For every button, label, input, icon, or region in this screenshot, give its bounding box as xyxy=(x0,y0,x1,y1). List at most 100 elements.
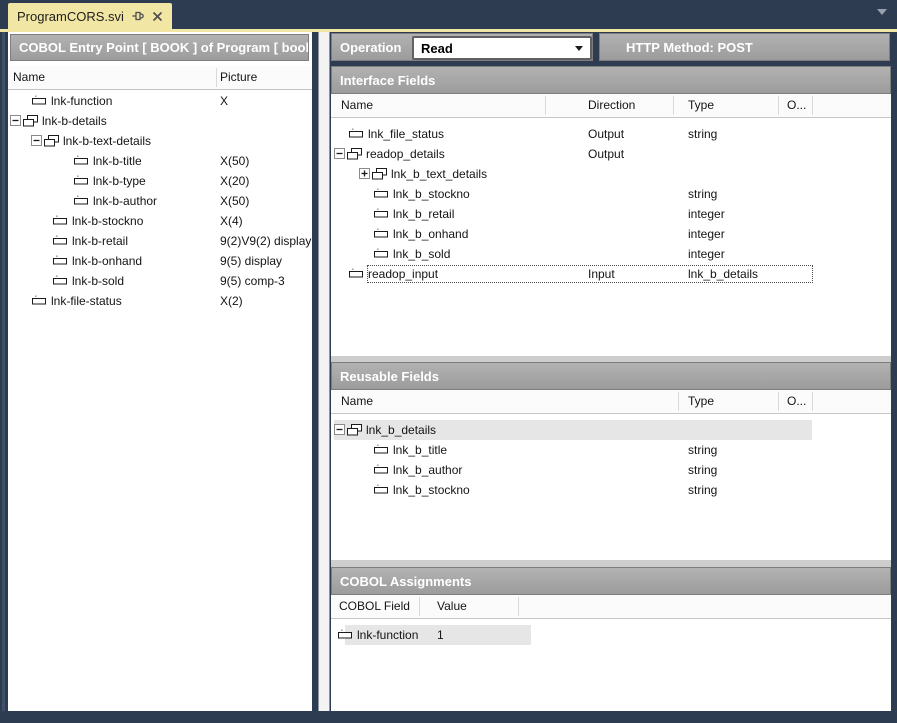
tree-row[interactable]: lnk-b-titleX(50) xyxy=(8,151,312,171)
field-icon xyxy=(53,215,68,229)
field-name: lnk_b_title xyxy=(393,440,447,460)
expander-minus-icon[interactable] xyxy=(31,135,42,149)
field-name: lnk-b-stockno xyxy=(72,211,143,231)
column-header-0: Name xyxy=(13,66,45,89)
column-header-1: Direction xyxy=(588,94,635,117)
field-icon xyxy=(32,295,47,309)
cobol-entry-point-header: COBOL Entry Point [ BOOK ] of Program [ … xyxy=(10,34,309,61)
field-name: readop_input xyxy=(368,264,438,284)
panel-splitter[interactable] xyxy=(318,32,330,711)
field-icon xyxy=(374,444,389,458)
tree-row[interactable]: lnk_file_statusOutputstring xyxy=(331,124,891,144)
type-cell: integer xyxy=(688,244,725,264)
tree-row[interactable]: lnk_b_details xyxy=(331,420,891,440)
field-icon xyxy=(53,255,68,269)
tree-row[interactable]: lnk-function1 xyxy=(331,625,891,645)
field-name: lnk-b-retail xyxy=(72,231,128,251)
tree-row[interactable]: lnk_b_text_details xyxy=(331,164,891,184)
tree-row[interactable]: readop_detailsOutput xyxy=(331,144,891,164)
tree-row[interactable]: lnk_b_title string xyxy=(331,440,891,460)
field-icon xyxy=(53,235,68,249)
cobol-entry-point-panel: COBOL Entry Point [ BOOK ] of Program [ … xyxy=(8,32,312,711)
tree-row[interactable]: lnk-b-typeX(20) xyxy=(8,171,312,191)
tree-row[interactable]: lnk_b_stocknostring xyxy=(331,184,891,204)
cobol-assignments-rows: lnk-function1 xyxy=(331,619,891,645)
picture-cell: 9(5) comp-3 xyxy=(220,271,285,291)
column-separator xyxy=(419,597,420,616)
close-icon[interactable] xyxy=(152,11,163,22)
field-icon xyxy=(74,195,89,209)
picture-cell: X xyxy=(220,91,228,111)
expander-plus-icon[interactable] xyxy=(359,168,370,182)
tree-row[interactable]: lnk_b_retailinteger xyxy=(331,204,891,224)
http-method-bar: HTTP Method: POST xyxy=(599,33,890,61)
section-splitter[interactable] xyxy=(331,560,891,567)
field-name: lnk_b_stockno xyxy=(393,480,470,500)
cobol-assignments-column-header: COBOL FieldValue xyxy=(331,595,891,619)
field-name: lnk_b_author xyxy=(393,460,462,480)
picture-cell: X(20) xyxy=(220,171,249,191)
column-header-0: COBOL Field xyxy=(339,595,410,618)
field-name: lnk-b-sold xyxy=(72,271,124,291)
group-icon xyxy=(347,148,362,164)
expander-minus-icon[interactable] xyxy=(334,148,345,162)
column-separator xyxy=(678,392,679,411)
column-separator xyxy=(778,96,779,115)
direction-cell: Output xyxy=(588,124,624,144)
field-name: lnk-b-text-details xyxy=(63,131,151,151)
reusable-fields-table: NameTypeO... lnk_b_details lnk_b_titlest… xyxy=(331,390,891,560)
operation-dropdown[interactable]: Read xyxy=(412,36,592,60)
service-interface-panel: Operation Read HTTP Method: POST Interfa… xyxy=(331,32,891,711)
tree-row[interactable]: lnk-b-retail9(2)V9(2) display xyxy=(8,231,312,251)
field-name: lnk-file-status xyxy=(51,291,122,311)
interface-fields-column-header: NameDirectionTypeO... xyxy=(331,94,891,118)
tree-row[interactable]: lnk_b_onhandinteger xyxy=(331,224,891,244)
tree-row[interactable]: lnk-file-statusX(2) xyxy=(8,291,312,311)
reusable-fields-rows: lnk_b_details lnk_b_titlestring lnk_b_au… xyxy=(331,414,891,500)
tree-row[interactable]: readop_inputInputlnk_b_details xyxy=(331,264,891,284)
field-name: readop_details xyxy=(366,144,445,164)
document-well-dropdown-icon[interactable] xyxy=(877,9,887,15)
interface-fields-rows: lnk_file_statusOutputstring readop_detai… xyxy=(331,118,891,284)
field-name: lnk-function xyxy=(357,625,418,645)
type-cell: string xyxy=(688,124,717,144)
tree-row[interactable]: lnk-b-text-details xyxy=(8,131,312,151)
interface-fields-header: Interface Fields xyxy=(331,66,891,94)
pin-icon[interactable] xyxy=(132,10,144,22)
type-cell: string xyxy=(688,440,717,460)
field-name: lnk-b-author xyxy=(93,191,157,211)
tree-row[interactable]: lnk-b-authorX(50) xyxy=(8,191,312,211)
tree-row[interactable]: lnk-b-sold 9(5) comp-3 xyxy=(8,271,312,291)
tab-title: ProgramCORS.svi xyxy=(17,9,124,24)
tree-row[interactable]: lnk-function X xyxy=(8,91,312,111)
tree-row[interactable]: lnk-b-onhand9(5) display xyxy=(8,251,312,271)
column-header-1: Type xyxy=(688,390,714,413)
tree-row[interactable]: lnk_b_stockno string xyxy=(331,480,891,500)
tree-row[interactable]: lnk-b-details xyxy=(8,111,312,131)
group-icon xyxy=(44,135,59,151)
field-name: lnk-b-onhand xyxy=(72,251,142,271)
expander-minus-icon[interactable] xyxy=(334,424,345,438)
operation-dropdown-value: Read xyxy=(421,41,453,56)
tree-row[interactable]: lnk_b_authorstring xyxy=(331,460,891,480)
column-header-1: Picture xyxy=(220,66,257,89)
dropdown-arrow-icon xyxy=(575,46,583,51)
cobol-assignments-header: COBOL Assignments xyxy=(331,567,891,595)
document-tab[interactable]: ProgramCORS.svi xyxy=(8,3,172,29)
expander-minus-icon[interactable] xyxy=(10,115,21,129)
tree-row[interactable]: lnk_b_soldinteger xyxy=(331,244,891,264)
field-icon xyxy=(338,629,353,643)
field-icon xyxy=(374,464,389,478)
left-tree-column-header: Name Picture xyxy=(8,66,312,90)
column-separator xyxy=(812,392,813,411)
field-icon xyxy=(349,128,364,142)
field-name: lnk_b_onhand xyxy=(393,224,468,244)
field-name: lnk-function xyxy=(51,91,112,111)
column-separator xyxy=(778,392,779,411)
field-icon xyxy=(374,188,389,202)
column-separator xyxy=(518,597,519,616)
tree-row[interactable]: lnk-b-stocknoX(4) xyxy=(8,211,312,231)
interface-fields-title: Interface Fields xyxy=(332,73,435,88)
type-cell: string xyxy=(688,480,717,500)
column-header-2: O... xyxy=(787,390,806,413)
